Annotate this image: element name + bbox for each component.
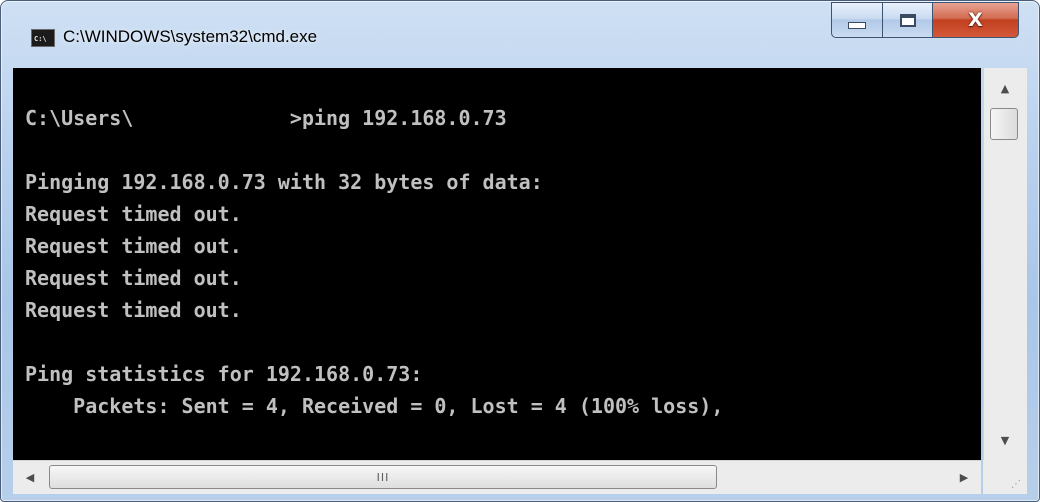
resize-grip-icon[interactable]: ⋰ (983, 460, 1027, 494)
title-bar[interactable]: C:\ C:\WINDOWS\system32\cmd.exe X (1, 1, 1039, 67)
vertical-scroll-thumb[interactable] (990, 108, 1018, 140)
minimize-icon (848, 21, 866, 29)
scroll-up-arrow-icon[interactable]: ▲ (984, 68, 1026, 108)
cmd-app-icon[interactable]: C:\ (31, 29, 55, 47)
console-output[interactable]: C:\Users\ >ping 192.168.0.73 Pinging 192… (13, 68, 981, 460)
caption-buttons: X (831, 2, 1021, 40)
close-button[interactable]: X (933, 2, 1019, 38)
horizontal-scroll-thumb[interactable]: III (49, 465, 717, 489)
cmd-icon-glyph: C:\ (34, 35, 47, 43)
cmd-window: C:\ C:\WINDOWS\system32\cmd.exe X C:\Use… (0, 0, 1040, 502)
close-icon: X (968, 8, 983, 31)
horizontal-scrollbar[interactable]: ◀ III ▶ (13, 460, 981, 494)
scroll-down-arrow-icon[interactable]: ▼ (984, 420, 1026, 460)
maximize-icon (899, 13, 916, 27)
window-title: C:\WINDOWS\system32\cmd.exe (63, 27, 318, 46)
minimize-button[interactable] (831, 2, 883, 38)
console-text: C:\Users\ >ping 192.168.0.73 Pinging 192… (25, 106, 724, 418)
scroll-right-arrow-icon[interactable]: ▶ (947, 461, 981, 493)
maximize-button[interactable] (883, 2, 933, 38)
scroll-left-arrow-icon[interactable]: ◀ (13, 461, 47, 493)
vertical-scrollbar[interactable]: ▲ ▼ (983, 68, 1027, 460)
thumb-grip-icon: III (376, 470, 390, 484)
